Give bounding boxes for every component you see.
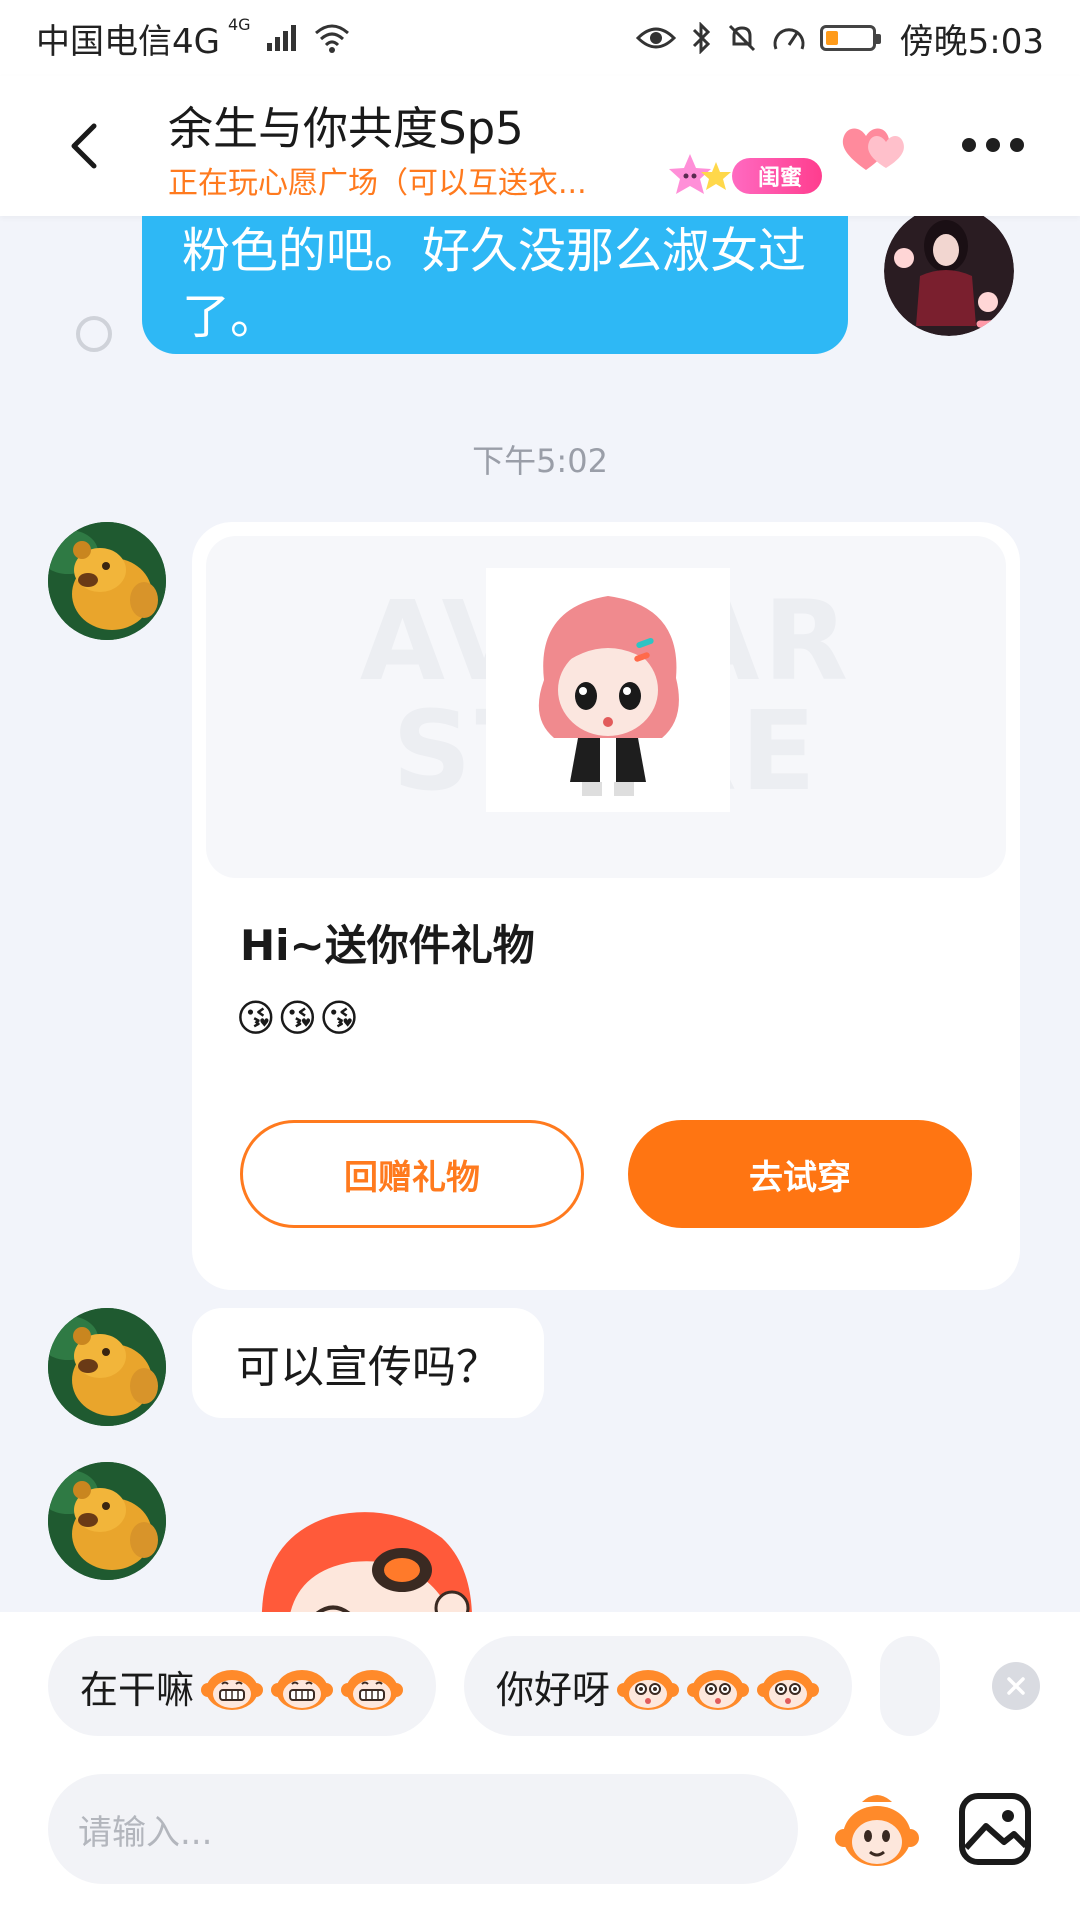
bottom-panel: 在干嘛 你好呀 请输入... [0, 1612, 1080, 1920]
bluetooth-icon [690, 22, 712, 54]
grinning-monkey-icon [271, 1670, 334, 1710]
self-avatar[interactable] [884, 216, 1014, 336]
relation-tag[interactable]: 闺蜜 [664, 148, 823, 204]
chat-title[interactable]: 余生与你共度Sp5 [168, 92, 524, 157]
chibi-avatar-image [486, 568, 730, 812]
clock: 傍晚5:03 [899, 21, 1044, 62]
surprised-monkey-icon [757, 1670, 820, 1710]
surprised-monkey-icon [687, 1670, 750, 1710]
grinning-monkey-icon [341, 1670, 404, 1710]
quick-reply-chip[interactable]: 在干嘛 [48, 1636, 437, 1736]
hearts-icon[interactable] [836, 118, 916, 178]
network-sup: 4G [227, 14, 251, 34]
eye-icon [635, 23, 676, 53]
gift-card[interactable]: AVATAR STORE [192, 522, 1020, 1290]
status-bar: 中国电信4G 4G 傍晚5:03 [0, 0, 1080, 76]
quick-reply-chip[interactable]: 你好呀 [464, 1636, 853, 1736]
wifi-icon [313, 23, 351, 53]
relation-badge: 闺蜜 [732, 158, 823, 194]
battery-icon [819, 25, 881, 51]
quick-reply-text: 在干嘛 [80, 1667, 195, 1712]
mute-bell-icon [726, 22, 758, 54]
status-left: 中国电信4G 4G [36, 14, 351, 63]
return-gift-button[interactable]: 回赠礼物 [240, 1120, 584, 1228]
bear-avatar-image [48, 1462, 166, 1580]
timestamp: 下午5:02 [472, 442, 608, 480]
chat-area[interactable]: 粉色的吧。好久没那么淑女过了。 下午5:02 AVATAR STORE [0, 216, 1080, 1612]
chat-subtitle: 正在玩心愿广场（可以互送衣... [168, 166, 587, 201]
friend-message-bubble[interactable]: 可以宣传吗？ [192, 1308, 544, 1418]
friend-avatar[interactable] [48, 1308, 166, 1426]
monkey-sticker-image[interactable] [252, 1498, 492, 1612]
surprised-monkey-icon [617, 1670, 680, 1710]
more-options-icon[interactable] [962, 138, 1024, 152]
close-quick-replies-button[interactable] [992, 1662, 1040, 1710]
carrier-label: 中国电信4G [36, 21, 220, 62]
self-avatar-image [884, 216, 1014, 336]
quick-replies: 在干嘛 你好呀 [48, 1636, 1048, 1736]
image-picker-icon[interactable] [956, 1790, 1034, 1868]
friend-avatar[interactable] [48, 1462, 166, 1580]
quick-reply-text: 你好呀 [496, 1667, 611, 1712]
bear-avatar-image [48, 522, 166, 640]
gift-title: Hi~送你件礼物 [240, 921, 535, 970]
friend-avatar[interactable] [48, 522, 166, 640]
try-on-button[interactable]: 去试穿 [628, 1120, 972, 1228]
close-icon [1007, 1677, 1025, 1695]
chat-header: 余生与你共度Sp5 正在玩心愿广场（可以互送衣... 闺蜜 [0, 76, 1080, 216]
bear-avatar-image [48, 1308, 166, 1426]
self-message-bubble[interactable]: 粉色的吧。好久没那么淑女过了。 [142, 216, 848, 354]
status-right: 傍晚5:03 [635, 14, 1044, 63]
monkey-emoji-button-icon[interactable] [834, 1788, 920, 1874]
speedometer-icon [772, 23, 806, 53]
select-radio[interactable] [76, 316, 112, 352]
grinning-monkey-icon [201, 1670, 264, 1710]
back-arrow-icon[interactable] [60, 120, 112, 172]
quick-reply-chip-partial[interactable] [880, 1636, 941, 1736]
message-input[interactable]: 请输入... [48, 1774, 798, 1884]
gift-image[interactable]: AVATAR STORE [206, 536, 1006, 878]
kiss-emoji-icon: 😘😘😘 [236, 996, 361, 1040]
signal-icon [265, 23, 299, 53]
